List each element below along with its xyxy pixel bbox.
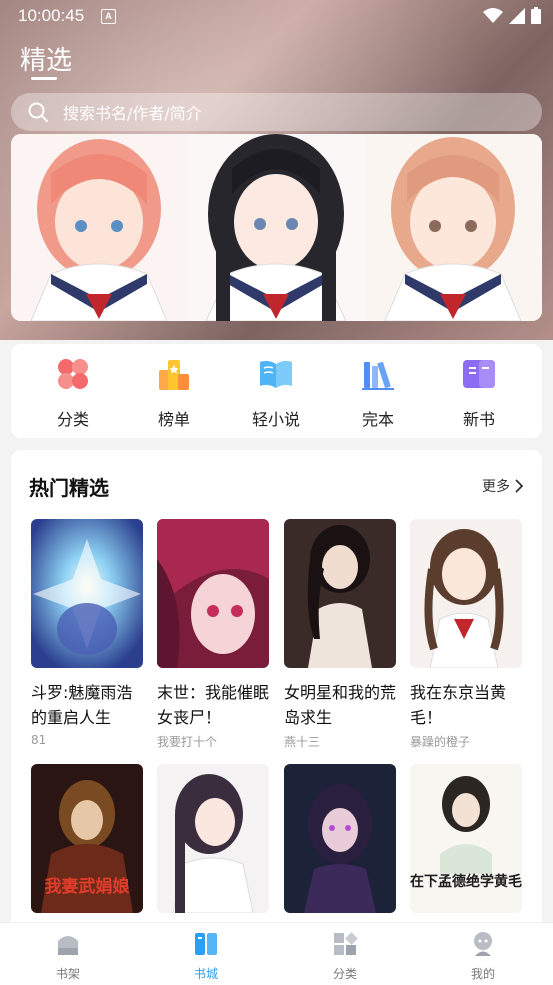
- title-underline: [31, 77, 57, 80]
- book-author: 我要打十个: [157, 735, 218, 749]
- status-bar: 10:00:45 A: [0, 0, 553, 32]
- book-card[interactable]: 斗罗:魅魔雨浩的重启人生 81: [31, 519, 143, 747]
- page-title: 精选: [20, 46, 73, 76]
- book-card[interactable]: [157, 764, 269, 925]
- wifi-icon: [483, 7, 503, 23]
- book-card[interactable]: 在下孟德绝学黄毛: [410, 764, 522, 925]
- open-book-icon: [260, 360, 292, 388]
- four-petal-icon: [58, 359, 88, 389]
- book-card[interactable]: 末世：我能催眠女丧尸！ 我要打十个: [157, 519, 269, 750]
- nav-label: 我的: [470, 967, 495, 981]
- book-card[interactable]: 女明星和我的荒岛求生 燕十三: [284, 519, 396, 750]
- nav-bookshelf[interactable]: 书架: [28, 931, 108, 982]
- category-label: 新书: [462, 410, 495, 429]
- book-author: 81: [31, 733, 47, 747]
- book-title: 我在东京当黄毛！: [410, 683, 507, 727]
- book-cover: [157, 519, 269, 668]
- nav-bookstore[interactable]: 书城: [166, 931, 246, 982]
- search-bar[interactable]: 搜索书名/作者/简介: [11, 93, 542, 131]
- ranking-icon: [159, 360, 189, 390]
- book-cover: [284, 519, 396, 668]
- book-card[interactable]: [284, 764, 396, 925]
- book-title: 斗罗:魅魔雨浩的重启人生: [31, 683, 133, 727]
- category-light-novel[interactable]: 轻小说: [236, 356, 316, 430]
- category-completed[interactable]: 完本: [338, 356, 418, 430]
- bookshelf-icon: [362, 361, 394, 390]
- category-label: 轻小说: [251, 410, 300, 429]
- profile-nav-icon: [474, 932, 492, 956]
- category-label: 完本: [361, 410, 394, 429]
- category-nav-icon: [334, 932, 358, 955]
- category-label: 榜单: [157, 410, 190, 429]
- section-title: 热门精选: [29, 476, 109, 500]
- banner-carousel[interactable]: [11, 134, 542, 321]
- more-link[interactable]: 更多: [482, 476, 524, 496]
- book-cover: [31, 519, 143, 668]
- nav-label: 分类: [332, 967, 357, 981]
- nav-category[interactable]: 分类: [305, 931, 385, 982]
- book-author: 暴躁的橙子: [410, 735, 471, 749]
- book-cover: 在下孟德绝学黄毛: [410, 764, 522, 913]
- cover-title-art: 在下孟德绝学黄毛: [410, 873, 522, 890]
- category-new-books[interactable]: 新书: [439, 356, 519, 430]
- banner-image: [365, 134, 542, 321]
- bookstore-nav-icon: [195, 933, 217, 955]
- book-cover: [284, 764, 396, 913]
- new-book-icon: [463, 360, 495, 388]
- category-ranking[interactable]: 榜单: [134, 356, 214, 430]
- bottom-navigation: 书架 书城 分类 我的: [0, 922, 553, 985]
- nav-label: 书架: [55, 967, 80, 981]
- category-label: 分类: [56, 410, 89, 429]
- search-icon: [28, 102, 48, 122]
- bookshelf-nav-icon: [58, 936, 78, 955]
- banner-image: [188, 134, 365, 321]
- status-icons: [483, 7, 541, 24]
- book-title: 末世：我能催眠女丧尸！: [157, 683, 270, 727]
- category-classify[interactable]: 分类: [33, 356, 113, 430]
- book-cover: [410, 519, 522, 669]
- chevron-right-icon: [515, 479, 524, 493]
- book-card[interactable]: 我妻武娟娘: [31, 764, 143, 925]
- nav-profile[interactable]: 我的: [443, 931, 523, 982]
- book-card[interactable]: 我在东京当黄毛！ 暴躁的橙子: [410, 519, 522, 750]
- book-author: 燕十三: [284, 735, 321, 749]
- book-title: 女明星和我的荒岛求生: [284, 683, 397, 727]
- hot-picks-section: 热门精选 更多 斗罗:魅魔雨浩的重启人生 81 末世：我能催眠女丧尸！ 我要打十…: [11, 450, 542, 930]
- banner-image: [11, 134, 188, 321]
- book-cover: [157, 764, 269, 914]
- cover-title-art: 我妻武娟娘: [45, 876, 130, 897]
- status-time: 10:00:45: [18, 6, 85, 25]
- search-placeholder: 搜索书名/作者/简介: [63, 104, 202, 123]
- signal-icon: [509, 7, 525, 24]
- nav-label: 书城: [193, 967, 218, 981]
- category-panel: 分类 榜单 轻小说 完本 新书: [11, 344, 542, 438]
- book-cover: 我妻武娟娘: [31, 764, 143, 913]
- battery-icon: [531, 7, 541, 24]
- notification-badge: A: [101, 9, 116, 24]
- more-label: 更多: [482, 479, 510, 495]
